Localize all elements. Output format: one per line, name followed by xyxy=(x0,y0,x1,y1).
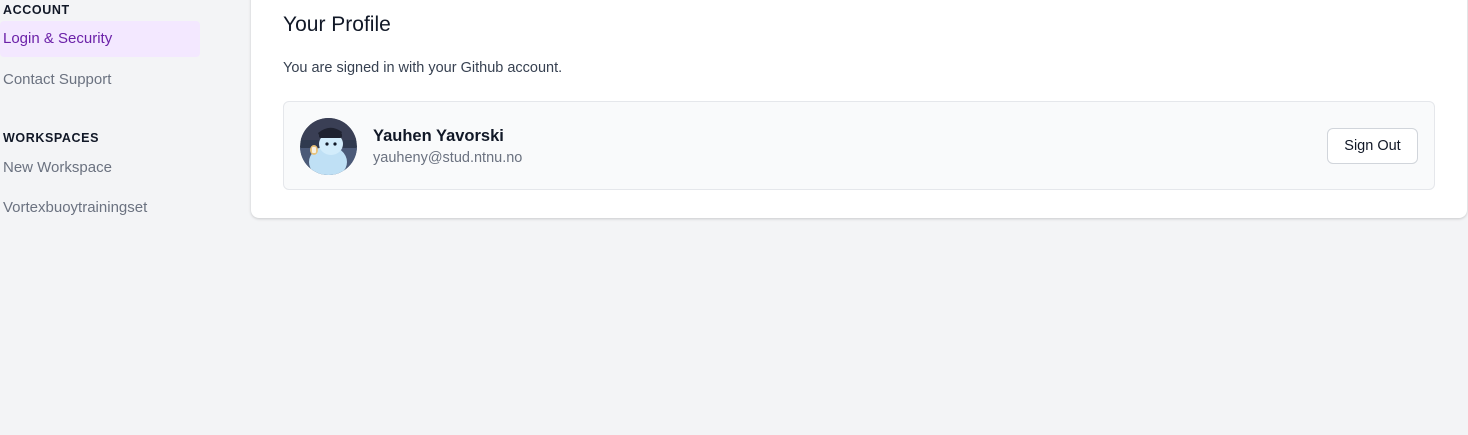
sidebar-item-login-security[interactable]: Login & Security xyxy=(0,21,200,57)
sign-out-button[interactable]: Sign Out xyxy=(1327,128,1418,164)
account-section-title: ACCOUNT xyxy=(3,3,70,17)
page-title: Your Profile xyxy=(283,13,391,36)
avatar xyxy=(300,118,357,175)
profile-card: Your Profile You are signed in with your… xyxy=(251,0,1467,218)
sidebar-item-workspace[interactable]: Vortexbuoytrainingset xyxy=(0,190,200,226)
sidebar-item-contact-support[interactable]: Contact Support xyxy=(0,62,200,98)
sidebar-item-new-workspace[interactable]: New Workspace xyxy=(0,150,200,186)
user-email: yauheny@stud.ntnu.no xyxy=(373,150,523,166)
workspaces-section-title: WORKSPACES xyxy=(3,131,100,145)
user-name: Yauhen Yavorski xyxy=(373,127,504,145)
signin-provider-text: You are signed in with your Github accou… xyxy=(283,60,563,76)
user-avatar-illustration-icon xyxy=(300,118,357,175)
user-profile-box: Yauhen Yavorski yauheny@stud.ntnu.no Sig… xyxy=(283,101,1435,190)
